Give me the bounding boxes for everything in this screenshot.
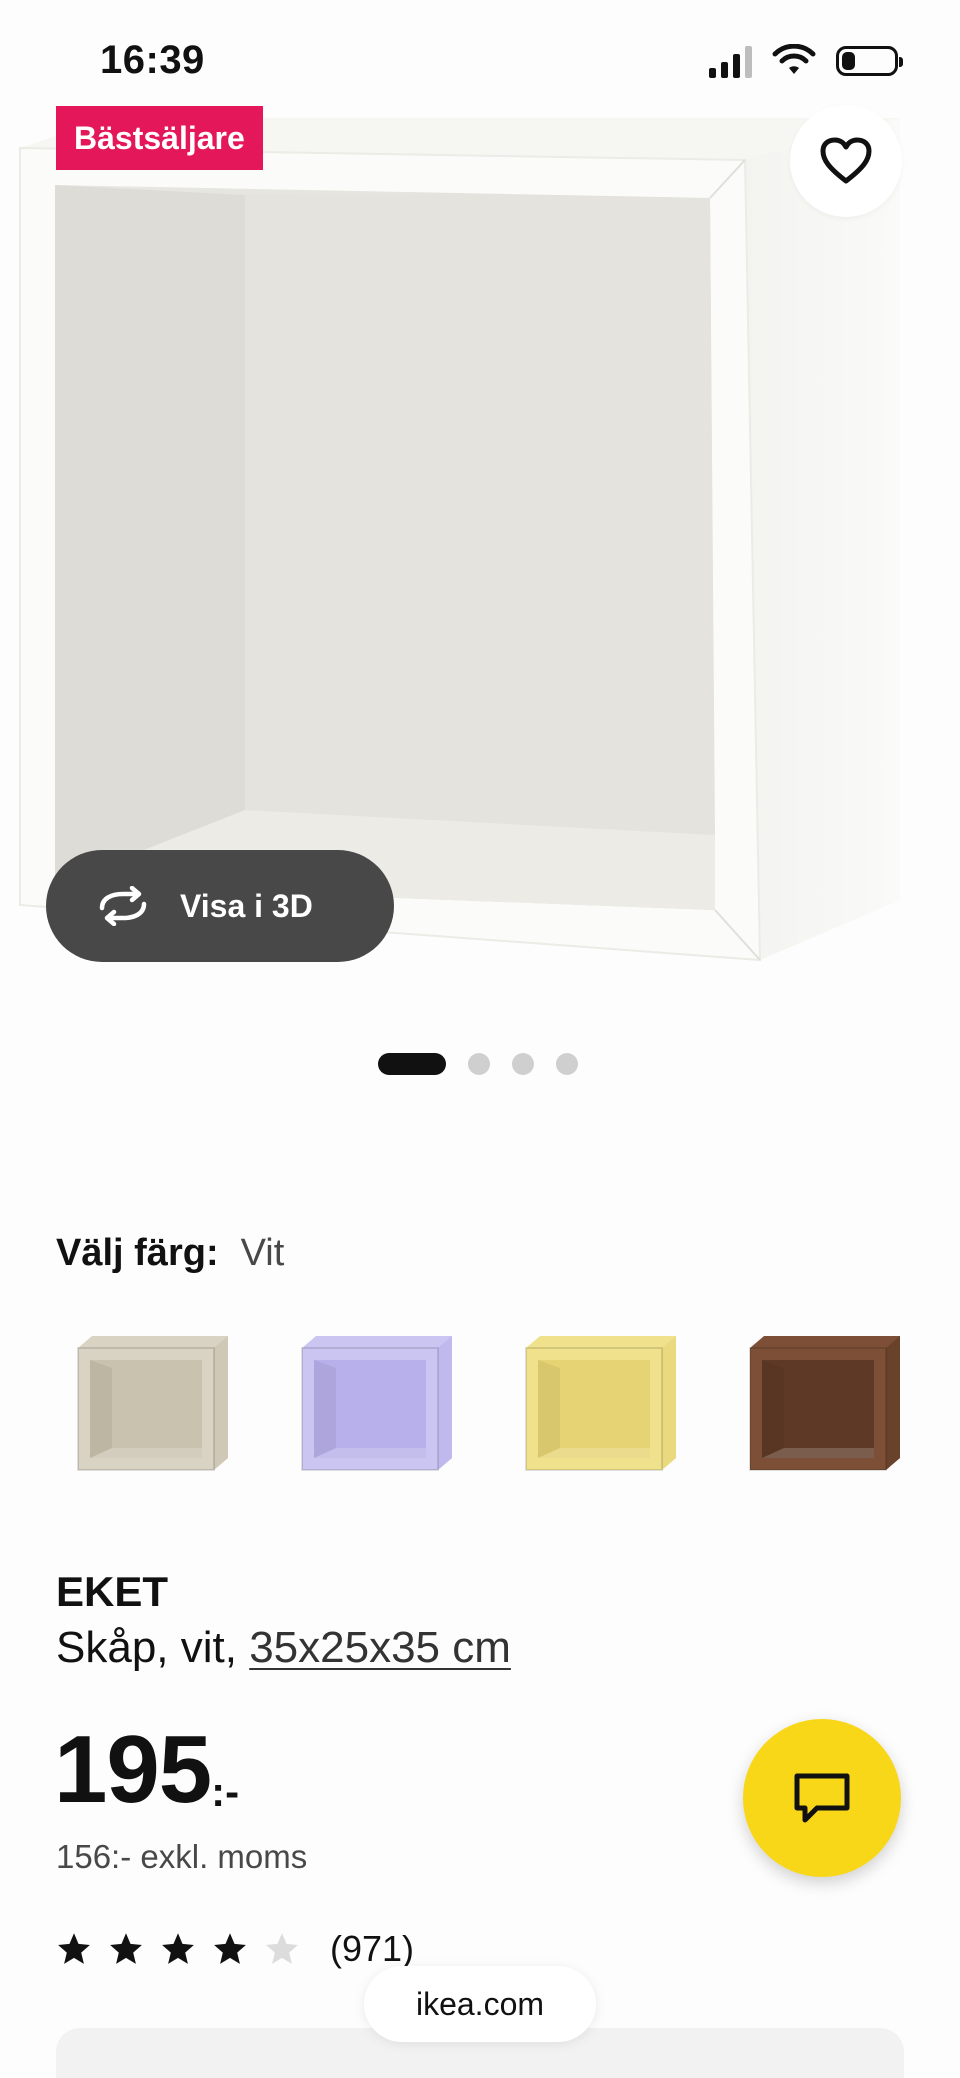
heart-icon bbox=[820, 137, 872, 184]
product-image-gallery[interactable]: Bästsäljare Visa i 3D bbox=[0, 0, 960, 1010]
pagination-dot-4[interactable] bbox=[556, 1053, 578, 1075]
status-bar: 16:39 bbox=[0, 0, 960, 110]
bestseller-badge: Bästsäljare bbox=[56, 106, 263, 170]
price-suffix: :- bbox=[211, 1768, 240, 1815]
color-picker-label: Välj färg: bbox=[56, 1232, 219, 1274]
color-swatch-1[interactable] bbox=[56, 1320, 246, 1490]
product-rating[interactable]: (971) bbox=[56, 1928, 414, 1970]
star-icon bbox=[266, 1933, 298, 1964]
cellular-signal-icon bbox=[709, 44, 752, 78]
chat-button[interactable] bbox=[743, 1719, 901, 1877]
product-size-link[interactable]: 35x25x35 cm bbox=[249, 1623, 511, 1672]
product-price: 195 :- bbox=[54, 1722, 239, 1818]
price-amount: 195 bbox=[54, 1716, 212, 1823]
rotate-icon bbox=[99, 886, 147, 926]
color-picker-header: Välj färg: Vit bbox=[56, 1232, 284, 1275]
product-type: Skåp, vit, bbox=[56, 1623, 237, 1672]
image-pagination[interactable] bbox=[378, 1053, 578, 1075]
pagination-dot-2[interactable] bbox=[468, 1053, 490, 1075]
browser-url: ikea.com bbox=[415, 1985, 545, 2022]
star-icon bbox=[162, 1933, 194, 1964]
rating-count: (971) bbox=[330, 1928, 415, 1969]
price-excl-vat: 156:- exkl. moms bbox=[56, 1838, 308, 1875]
view-in-3d-label: Visa i 3D bbox=[180, 887, 313, 924]
battery-icon bbox=[836, 46, 903, 76]
status-time: 16:39 bbox=[100, 38, 205, 82]
wifi-icon bbox=[772, 44, 816, 74]
favorite-button[interactable] bbox=[790, 105, 902, 217]
product-name: EKET bbox=[56, 1568, 169, 1615]
product-description: Skåp, vit, 35x25x35 cm bbox=[56, 1623, 511, 1673]
pagination-dot-1[interactable] bbox=[378, 1053, 446, 1075]
color-swatch-list bbox=[56, 1320, 960, 1508]
star-icon bbox=[58, 1933, 90, 1964]
status-icons bbox=[709, 44, 903, 78]
color-swatch-2[interactable] bbox=[280, 1320, 470, 1490]
browser-url-bar[interactable]: ikea.com bbox=[364, 1966, 596, 2042]
color-swatch-3[interactable] bbox=[504, 1320, 694, 1490]
selected-color: Vit bbox=[240, 1232, 285, 1274]
star-icon bbox=[110, 1933, 142, 1964]
battery-level bbox=[842, 52, 855, 70]
chat-icon bbox=[794, 1773, 850, 1823]
color-swatch-4[interactable] bbox=[728, 1320, 918, 1490]
star-icon bbox=[214, 1933, 246, 1964]
view-in-3d-button[interactable]: Visa i 3D bbox=[46, 850, 394, 962]
pagination-dot-3[interactable] bbox=[512, 1053, 534, 1075]
